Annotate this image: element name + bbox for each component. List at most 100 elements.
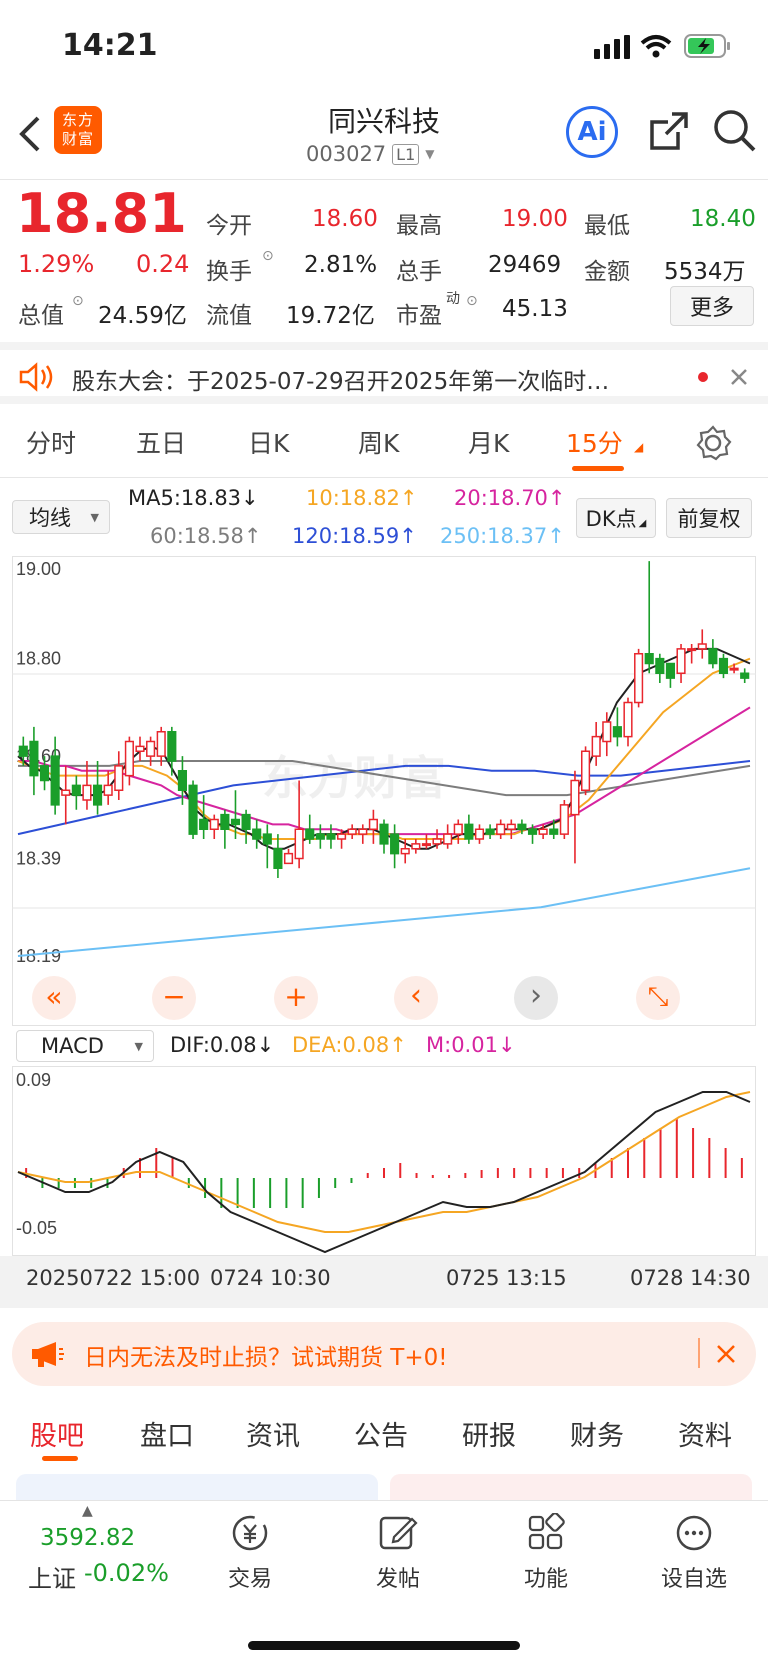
tab-five-day[interactable]: 五日 bbox=[136, 424, 186, 460]
tab-news[interactable]: 资讯 bbox=[246, 1414, 300, 1453]
tab-monthly-k[interactable]: 月K bbox=[468, 424, 509, 460]
candle-body bbox=[549, 828, 559, 835]
candle-body bbox=[453, 823, 463, 835]
candle-body bbox=[559, 804, 569, 835]
triangle-icon: ◢ bbox=[638, 517, 647, 529]
candle-body bbox=[336, 833, 347, 840]
functions-button[interactable]: 功能 bbox=[486, 1512, 606, 1593]
candle-body bbox=[421, 843, 432, 847]
candle-body bbox=[220, 813, 230, 830]
candle-body bbox=[262, 833, 272, 845]
tab-profile[interactable]: 资料 bbox=[678, 1414, 732, 1453]
low-label: 最低 bbox=[584, 213, 630, 239]
candle-body bbox=[368, 818, 378, 830]
candle-body bbox=[506, 823, 516, 830]
candle-body bbox=[591, 735, 601, 757]
candle-body bbox=[538, 828, 548, 835]
futures-ad-banner[interactable]: 日内无法及时止损？试试期货 T+0! bbox=[12, 1322, 756, 1386]
candle-body bbox=[612, 726, 622, 738]
dk-point-button[interactable]: DK点 ◢ bbox=[576, 498, 656, 538]
candle-body bbox=[358, 828, 368, 835]
zoom-out-button[interactable]: − bbox=[152, 976, 196, 1020]
info-icon[interactable]: ⊙ bbox=[72, 293, 84, 309]
watchlist-button[interactable]: 设自选 bbox=[634, 1513, 754, 1593]
candle-body bbox=[294, 828, 304, 860]
trade-button[interactable]: 交易 bbox=[190, 1513, 310, 1593]
ai-button[interactable]: Ai bbox=[566, 106, 618, 158]
fullscreen-button[interactable]: ⤡ bbox=[636, 976, 680, 1020]
prev-button[interactable]: ‹ bbox=[394, 976, 438, 1020]
index-pct: -0.02% bbox=[84, 1559, 169, 1587]
rewind-button[interactable]: « bbox=[32, 976, 76, 1020]
stock-code-row[interactable]: 003027 L1 ▼ bbox=[306, 142, 435, 166]
ai-label: Ai bbox=[577, 117, 607, 147]
ma10-label: 10:18.82↑ bbox=[306, 486, 418, 510]
search-icon[interactable] bbox=[712, 108, 758, 154]
candle-body bbox=[496, 823, 506, 835]
candle-body bbox=[634, 653, 644, 704]
low-value: 18.40 bbox=[690, 206, 756, 232]
candle-body bbox=[230, 818, 241, 826]
candle-body bbox=[61, 789, 71, 796]
tab-daily-k[interactable]: 日K bbox=[248, 424, 289, 460]
candle-body bbox=[665, 662, 676, 679]
info-icon[interactable]: ⊙ bbox=[262, 248, 274, 264]
tab-intraday[interactable]: 分时 bbox=[26, 424, 76, 460]
candle-body bbox=[655, 657, 665, 674]
change-value: 0.24 bbox=[136, 250, 190, 278]
tab-announcements[interactable]: 公告 bbox=[354, 1414, 408, 1453]
gear-icon[interactable] bbox=[694, 424, 732, 462]
candle-body bbox=[517, 823, 527, 830]
candle-body bbox=[400, 848, 410, 855]
candlestick-chart[interactable]: 东方财富 19.0018.8018.6018.3918.19 bbox=[12, 556, 756, 1026]
candle-body bbox=[527, 828, 538, 835]
close-icon[interactable] bbox=[716, 1344, 736, 1364]
more-dots-icon bbox=[676, 1515, 712, 1551]
notice-bar[interactable]: 股东大会：于2025-07-29召开2025年第一次临时… bbox=[0, 342, 768, 404]
candle-body bbox=[156, 731, 166, 757]
post-button[interactable]: 发帖 bbox=[338, 1513, 458, 1593]
candle-body bbox=[177, 770, 188, 791]
high-value: 19.00 bbox=[502, 206, 568, 232]
adjust-button[interactable]: 前复权 bbox=[666, 498, 752, 538]
tab-guba[interactable]: 股吧 bbox=[30, 1414, 84, 1453]
candle-body bbox=[644, 653, 654, 665]
ma5-label: MA5:18.83↓ bbox=[128, 486, 259, 510]
share-icon[interactable] bbox=[648, 110, 690, 152]
info-icon[interactable]: ⊙ bbox=[466, 293, 478, 309]
watchlist-label: 设自选 bbox=[660, 1567, 727, 1592]
candle-body bbox=[124, 740, 134, 777]
candle-body bbox=[241, 813, 251, 830]
close-icon[interactable] bbox=[730, 368, 748, 386]
dk-label: DK点 bbox=[585, 507, 637, 531]
index-value[interactable]: 3592.82 bbox=[40, 1525, 135, 1551]
candle-body bbox=[390, 833, 400, 855]
next-button[interactable]: › bbox=[514, 976, 558, 1020]
macd-select[interactable]: MACD ▼ bbox=[16, 1030, 154, 1062]
candle-body bbox=[697, 643, 707, 650]
tab-pankou[interactable]: 盘口 bbox=[140, 1414, 194, 1453]
more-button[interactable]: 更多 bbox=[670, 286, 754, 326]
ad-text: 日内无法及时止损？试试期货 T+0! bbox=[84, 1345, 448, 1371]
macd-chart[interactable]: 0.09 -0.05 bbox=[12, 1066, 756, 1256]
turnover-label: 换手 bbox=[206, 259, 252, 285]
candle-body bbox=[379, 823, 389, 845]
tab-weekly-k[interactable]: 周K bbox=[358, 424, 399, 460]
stock-code: 003027 bbox=[306, 142, 387, 166]
trade-label: 交易 bbox=[227, 1567, 272, 1592]
post-label: 发帖 bbox=[375, 1567, 420, 1592]
x-tick: 0725 13:15 bbox=[446, 1266, 567, 1290]
amount-value: 5534万 bbox=[664, 259, 746, 285]
ma-select-label: 均线 bbox=[29, 506, 71, 530]
last-price: 18.81 bbox=[16, 182, 187, 245]
tab-research[interactable]: 研报 bbox=[462, 1414, 516, 1453]
unread-dot bbox=[698, 372, 708, 382]
candle-body bbox=[315, 833, 325, 840]
float-label: 流值 bbox=[206, 303, 252, 329]
tab-finance[interactable]: 财务 bbox=[570, 1414, 624, 1453]
candle-body bbox=[29, 740, 39, 777]
ma-select[interactable]: 均线 ▼ bbox=[12, 500, 110, 534]
zoom-in-button[interactable]: + bbox=[274, 976, 318, 1020]
grid-icon bbox=[528, 1512, 565, 1550]
tab-15min[interactable]: 15分 bbox=[566, 424, 623, 460]
